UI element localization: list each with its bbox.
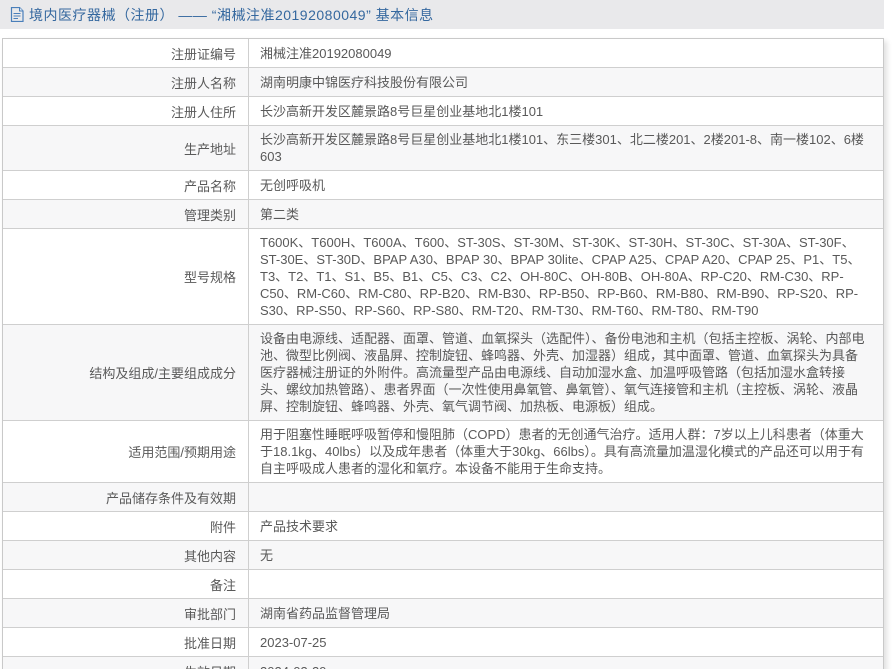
row-other-content: 其他内容 无 bbox=[3, 540, 883, 569]
row-production-address: 生产地址 长沙高新开发区麓景路8号巨星创业基地北1楼101、东三楼301、北二楼… bbox=[3, 125, 883, 170]
header-bar: 境内医疗器械（注册） —— “湘械注准20192080049” 基本信息 bbox=[0, 0, 884, 29]
document-icon bbox=[10, 7, 24, 22]
field-label: 管理类别 bbox=[3, 200, 249, 228]
field-value bbox=[249, 483, 883, 511]
row-model-spec: 型号规格 T600K、T600H、T600A、T600、ST-30S、ST-30… bbox=[3, 228, 883, 324]
field-label: 生效日期 bbox=[3, 657, 249, 669]
field-label: 生产地址 bbox=[3, 126, 249, 170]
field-value: 湖南明康中锦医疗科技股份有限公司 bbox=[260, 74, 469, 90]
row-effective-date: 生效日期 2024-03-29 bbox=[3, 656, 883, 669]
field-label: 适用范围/预期用途 bbox=[3, 421, 249, 482]
field-label: 备注 bbox=[3, 570, 249, 598]
field-value: 设备由电源线、适配器、面罩、管道、血氧探头（选配件）、备份电池和主机（包括主控板… bbox=[260, 331, 865, 414]
row-approval-department: 审批部门 湖南省药品监督管理局 bbox=[3, 598, 883, 627]
row-intended-use: 适用范围/预期用途 用于阻塞性睡眠呼吸暂停和慢阻肺（COPD）患者的无创通气治疗… bbox=[3, 420, 883, 482]
row-attachment: 附件 产品技术要求 bbox=[3, 511, 883, 540]
field-label: 产品储存条件及有效期 bbox=[3, 483, 249, 511]
field-label: 结构及组成/主要组成成分 bbox=[3, 325, 249, 420]
field-value: 湘械注准20192080049 bbox=[260, 45, 392, 61]
field-value: 用于阻塞性睡眠呼吸暂停和慢阻肺（COPD）患者的无创通气治疗。适用人群：7岁以上… bbox=[260, 427, 864, 476]
field-value: 长沙高新开发区麓景路8号巨星创业基地北1楼101、东三楼301、北二楼201、2… bbox=[260, 132, 864, 164]
row-management-class: 管理类别 第二类 bbox=[3, 199, 883, 228]
field-label: 其他内容 bbox=[3, 541, 249, 569]
row-storage-conditions: 产品储存条件及有效期 bbox=[3, 482, 883, 511]
page: 境内医疗器械（注册） —— “湘械注准20192080049” 基本信息 注册证… bbox=[0, 0, 896, 669]
row-registration-number: 注册证编号 湘械注准20192080049 bbox=[3, 39, 883, 67]
field-value: 无 bbox=[260, 547, 274, 563]
field-label: 附件 bbox=[3, 512, 249, 540]
row-approval-date: 批准日期 2023-07-25 bbox=[3, 627, 883, 656]
field-value: 2024-03-29 bbox=[249, 657, 883, 669]
row-structure-composition: 结构及组成/主要组成成分 设备由电源线、适配器、面罩、管道、血氧探头（选配件）、… bbox=[3, 324, 883, 420]
field-value: 第二类 bbox=[260, 206, 300, 222]
field-value: 无创呼吸机 bbox=[260, 177, 326, 193]
field-label: 注册人住所 bbox=[3, 97, 249, 125]
field-value: 产品技术要求 bbox=[260, 518, 339, 534]
field-value bbox=[249, 570, 883, 598]
field-label: 批准日期 bbox=[3, 628, 249, 656]
row-product-name: 产品名称 无创呼吸机 bbox=[3, 170, 883, 199]
field-value: 长沙高新开发区麓景路8号巨星创业基地北1楼101 bbox=[260, 103, 544, 119]
row-remarks: 备注 bbox=[3, 569, 883, 598]
field-value: T600K、T600H、T600A、T600、ST-30S、ST-30M、ST-… bbox=[260, 235, 861, 318]
field-value: 湖南省药品监督管理局 bbox=[260, 605, 391, 621]
field-value: 2023-07-25 bbox=[260, 634, 327, 650]
field-label: 型号规格 bbox=[3, 229, 249, 324]
field-label: 产品名称 bbox=[3, 171, 249, 199]
page-title: 境内医疗器械（注册） —— “湘械注准20192080049” 基本信息 bbox=[29, 6, 434, 23]
row-registrant-name: 注册人名称 湖南明康中锦医疗科技股份有限公司 bbox=[3, 67, 883, 96]
registration-info-table: 注册证编号 湘械注准20192080049 注册人名称 湖南明康中锦医疗科技股份… bbox=[2, 38, 884, 669]
field-label: 审批部门 bbox=[3, 599, 249, 627]
field-label: 注册人名称 bbox=[3, 68, 249, 96]
field-label: 注册证编号 bbox=[3, 39, 249, 67]
row-registrant-address: 注册人住所 长沙高新开发区麓景路8号巨星创业基地北1楼101 bbox=[3, 96, 883, 125]
